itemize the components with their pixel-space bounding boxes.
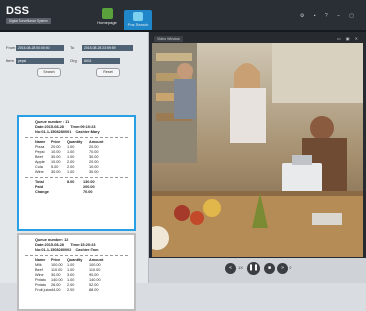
cell: 44.00: [51, 288, 61, 292]
fast-forward-button[interactable]: »: [277, 263, 288, 274]
receipt-cashier: Cashier:Mary: [75, 130, 100, 134]
home-icon: [101, 8, 113, 19]
logo-title: DSS: [6, 5, 30, 17]
receipt-no: No:01-1-1508280001: [35, 130, 72, 134]
pos-search-icon: [133, 12, 143, 21]
video-panel: Video Window ▭ ▣ ✕ « 1X ❚❚ ■ » ⌕: [149, 32, 366, 283]
playback-controls: « 1X ❚❚ ■ » ⌕: [149, 258, 366, 283]
search-button[interactable]: Search: [37, 68, 61, 77]
receipt-card[interactable]: Queue number : 11 Date:2015-08-28 Time:0…: [17, 115, 136, 231]
receipt-date: Date:2015-08-28: [35, 243, 64, 247]
tab-pos-search-label: Pos Search: [127, 22, 149, 27]
store-scene-image: [152, 43, 363, 257]
playback-speed: 1X: [238, 265, 243, 270]
change-amount: 70.00: [83, 190, 93, 194]
table-row: Wine 30.00 1.00 30.00: [35, 170, 134, 175]
divider: [25, 137, 128, 138]
pause-button[interactable]: ❚❚: [247, 262, 260, 275]
org-label: Org: [70, 58, 77, 64]
receipt-card[interactable]: Queue number: 12 Date:2015-08-28 Time:15…: [17, 233, 136, 311]
app-logo: DSS Digital Surveillance System: [6, 6, 51, 24]
receipt-time: Time:15:20:23: [70, 243, 96, 247]
to-label: To: [70, 45, 75, 51]
cell: 30.00: [51, 170, 61, 174]
receipt-time: Time:09:10:23: [70, 125, 96, 129]
receipt-date: Date:2015-08-28: [35, 125, 64, 129]
video-window-icons[interactable]: ▭ ▣ ✕: [337, 36, 360, 41]
zoom-icon[interactable]: ⌕: [289, 265, 292, 271]
cell: Wine: [35, 170, 44, 174]
video-playback-view[interactable]: [152, 43, 363, 257]
org-input[interactable]: 8001: [82, 58, 120, 64]
search-panel: From 2015-08-28 00:00:00 To 2015-08-28 23:5…: [0, 32, 149, 311]
receipt-no: No:01-1-1508280002: [35, 248, 72, 252]
item-label: Item: [6, 58, 14, 64]
change-row: Change 70.00: [35, 190, 134, 195]
cell: 1.00: [67, 170, 75, 174]
cell: 88.00: [89, 288, 99, 292]
to-datetime-input[interactable]: 2015-08-28 23:59:59: [82, 45, 133, 51]
cell: Fruit juice: [35, 288, 52, 292]
divider: [25, 255, 128, 256]
cell: 30.00: [89, 170, 99, 174]
receipt-cashier: Cashier:Tom: [75, 248, 99, 252]
rewind-button[interactable]: «: [225, 263, 236, 274]
item-org-row: Item pepsi Org 8001: [6, 58, 120, 64]
from-datetime-input[interactable]: 2015-08-28 00:00:00: [16, 45, 64, 51]
change-label: Change: [35, 190, 49, 194]
stop-button[interactable]: ■: [264, 263, 275, 274]
tab-homepage-label: Homepage: [97, 20, 117, 25]
logo-subtitle: Digital Surveillance System: [6, 18, 51, 24]
window-controls[interactable]: ⚙ ▪ ? – ▢: [300, 13, 358, 19]
tab-pos-search[interactable]: Pos Search: [124, 10, 152, 30]
top-bar: DSS Digital Surveillance System Homepage…: [0, 0, 366, 32]
tab-homepage[interactable]: Homepage: [93, 8, 121, 30]
video-window-title: Video Window: [154, 36, 183, 42]
from-label: From: [6, 45, 16, 51]
time-range-row: From 2015-08-28 00:00:00 To 2015-08-28 23:5…: [6, 45, 133, 51]
item-input[interactable]: pepsi: [16, 58, 64, 64]
table-row: Fruit juice 44.00 2.00 88.00: [35, 288, 134, 293]
reset-button[interactable]: Reset: [96, 68, 120, 77]
cell: 2.00: [67, 288, 75, 292]
divider: [25, 177, 128, 178]
